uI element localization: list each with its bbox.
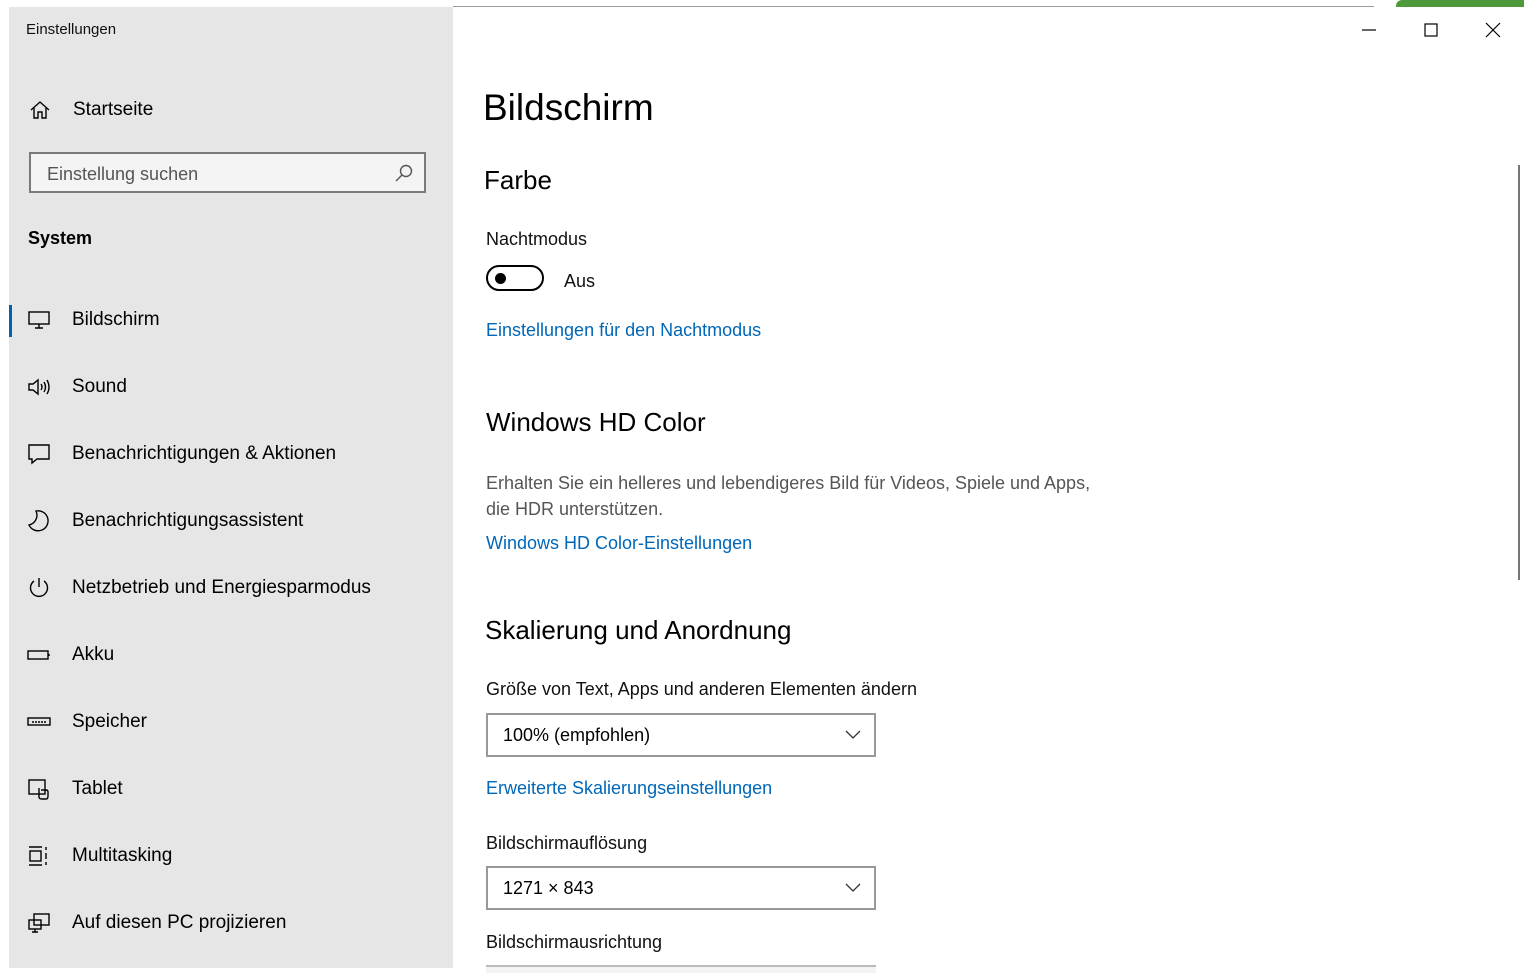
sidebar-item-storage[interactable]: Speicher	[9, 689, 453, 756]
moon-icon	[27, 510, 49, 532]
battery-icon	[27, 650, 50, 660]
window-top-edge	[0, 0, 1524, 7]
maximize-icon[interactable]	[1416, 15, 1446, 45]
minimize-icon[interactable]	[1354, 15, 1384, 45]
resolution-dropdown[interactable]: 1271 × 843	[486, 866, 876, 910]
project-icon	[28, 913, 50, 933]
sidebar-item-label: Akku	[72, 644, 115, 665]
hdr-settings-link[interactable]: Windows HD Color-Einstellungen	[486, 533, 752, 554]
sidebar-item-label: Tablet	[72, 778, 123, 799]
sidebar-nav: Bildschirm Sound Benachrichtigungen & Ak…	[9, 287, 453, 957]
home-label: Startseite	[73, 99, 154, 120]
resolution-label: Bildschirmauflösung	[486, 833, 648, 853]
orientation-dropdown[interactable]	[486, 965, 876, 973]
advanced-scaling-link[interactable]: Erweiterte Skalierungseinstellungen	[486, 778, 772, 799]
hdr-description: Erhalten Sie ein helleres und lebendiger…	[486, 473, 1091, 519]
sidebar-item-label: Benachrichtigungsassistent	[72, 510, 304, 531]
sidebar-item-label: Sound	[72, 376, 127, 397]
search-input[interactable]	[45, 161, 389, 187]
section-heading-color: Farbe	[484, 165, 552, 195]
sidebar-item-tablet[interactable]: Tablet	[9, 756, 453, 823]
window-left-edge	[0, 0, 9, 968]
sidebar-item-battery[interactable]: Akku	[9, 622, 453, 689]
background-window-edge	[1396, 0, 1524, 7]
sidebar-item-label: Benachrichtigungen & Aktionen	[72, 443, 337, 464]
storage-icon	[27, 717, 51, 726]
sidebar-item-power[interactable]: Netzbetrieb und Energiesparmodus	[9, 555, 453, 622]
search-icon[interactable]	[394, 163, 414, 183]
tablet-icon	[28, 779, 49, 800]
sidebar: Einstellungen Startseite System Bildschi…	[9, 7, 453, 968]
power-icon	[29, 578, 49, 598]
sidebar-item-bildschirm[interactable]: Bildschirm	[9, 287, 453, 354]
chevron-down-icon	[845, 730, 861, 739]
sidebar-item-label: Multitasking	[72, 845, 173, 866]
chevron-down-icon	[845, 883, 861, 892]
app-title: Einstellungen	[26, 21, 117, 38]
sidebar-item-label: Speicher	[72, 711, 147, 732]
toggle-knob	[495, 273, 506, 284]
section-heading-scaling: Skalierung und Anordnung	[485, 615, 792, 645]
close-icon[interactable]	[1478, 15, 1508, 45]
search-box[interactable]	[29, 152, 426, 193]
sidebar-item-sound[interactable]: Sound	[9, 354, 453, 421]
multitasking-icon	[29, 846, 47, 866]
sidebar-item-label: Auf diesen PC projizieren	[72, 912, 287, 933]
scale-dropdown[interactable]: 100% (empfohlen)	[486, 713, 876, 757]
sidebar-item-label: Bildschirm	[72, 309, 160, 330]
resolution-dropdown-value: 1271 × 843	[503, 878, 594, 898]
speaker-icon	[28, 378, 50, 396]
home-icon	[30, 101, 50, 119]
section-heading-hdr: Windows HD Color	[486, 407, 706, 437]
scrollbar[interactable]	[1518, 165, 1520, 580]
monitor-icon	[28, 311, 50, 329]
night-mode-label: Nachtmodus	[486, 229, 588, 249]
night-mode-state: Aus	[564, 271, 596, 291]
orientation-label: Bildschirmausrichtung	[486, 932, 663, 952]
night-mode-toggle[interactable]	[486, 265, 544, 291]
section-label: System	[28, 228, 93, 248]
night-mode-settings-link[interactable]: Einstellungen für den Nachtmodus	[486, 320, 761, 341]
sidebar-item-notifications[interactable]: Benachrichtigungen & Aktionen	[9, 421, 453, 488]
sidebar-item-project[interactable]: Auf diesen PC projizieren	[9, 890, 453, 957]
sidebar-item-label: Netzbetrieb und Energiesparmodus	[72, 577, 371, 598]
scale-label: Größe von Text, Apps und anderen Element…	[486, 679, 917, 699]
scale-dropdown-value: 100% (empfohlen)	[503, 725, 651, 745]
home-nav-item[interactable]: Startseite	[9, 91, 453, 129]
main-content: Bildschirm Farbe Nachtmodus Aus Einstell…	[453, 7, 1524, 973]
sidebar-item-focus-assist[interactable]: Benachrichtigungsassistent	[9, 488, 453, 555]
page-title: Bildschirm	[483, 87, 654, 128]
notification-icon	[28, 444, 50, 465]
sidebar-item-multitasking[interactable]: Multitasking	[9, 823, 453, 890]
